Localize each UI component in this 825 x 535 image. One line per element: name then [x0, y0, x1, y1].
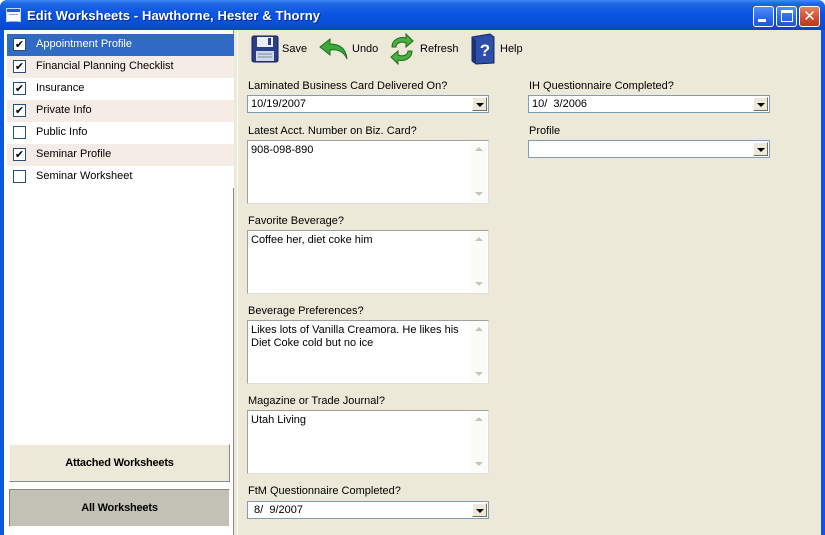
toolbar: Save Undo Refresh ? Help: [238, 30, 822, 68]
scroll-up-icon[interactable]: [471, 232, 487, 248]
save-label: Save: [282, 43, 308, 55]
worksheet-label: Public Info: [36, 126, 88, 138]
svg-text:?: ?: [480, 41, 490, 60]
worksheet-item-appointment-profile[interactable]: ✔ Appointment Profile: [7, 34, 234, 56]
worksheet-item-financial-planning-checklist[interactable]: ✔ Financial Planning Checklist: [7, 56, 234, 78]
worksheet-label: Seminar Profile: [36, 148, 112, 160]
worksheet-item-public-info[interactable]: Public Info: [7, 122, 234, 144]
refresh-button[interactable]: Refresh: [386, 33, 459, 65]
help-button[interactable]: ? Help: [468, 33, 523, 65]
chevron-down-icon[interactable]: [753, 97, 768, 111]
undo-button[interactable]: Undo: [318, 33, 378, 65]
help-book-icon: ?: [471, 33, 495, 65]
scroll-down-icon[interactable]: [471, 366, 487, 382]
all-worksheets-button[interactable]: All Worksheets: [9, 489, 230, 527]
worksheet-item-seminar-profile[interactable]: ✔ Seminar Profile: [7, 144, 234, 166]
worksheet-checkbox[interactable]: ✔: [13, 104, 26, 117]
acct-number-value: 908-098-890: [251, 144, 314, 156]
magazine-label: Magazine or Trade Journal?: [248, 395, 385, 407]
worksheet-form-panel: Save Undo Refresh ? Help Laminated Busin…: [237, 30, 821, 535]
worksheet-checkbox[interactable]: ✔: [13, 82, 26, 95]
worksheet-checkbox[interactable]: ✔: [13, 60, 26, 73]
help-label: Help: [500, 43, 523, 55]
favorite-beverage-value: Coffee her, diet coke him: [251, 234, 373, 246]
acct-number-field[interactable]: 908-098-890: [247, 140, 489, 204]
refresh-arrows-icon: [390, 33, 414, 65]
minimize-button[interactable]: [753, 6, 774, 27]
scroll-up-icon[interactable]: [471, 142, 487, 158]
profile-label: Profile: [529, 125, 561, 137]
maximize-icon: [781, 10, 793, 22]
magazine-scrollbar[interactable]: [471, 412, 487, 472]
chevron-down-icon[interactable]: [753, 142, 768, 156]
app-icon: [6, 8, 21, 22]
beverage-prefs-field[interactable]: Likes lots of Vanilla Creamora. He likes…: [247, 320, 489, 384]
refresh-label: Refresh: [420, 43, 459, 55]
worksheet-label: Appointment Profile: [36, 38, 132, 50]
close-button[interactable]: ✕: [799, 6, 820, 27]
scroll-down-icon[interactable]: [471, 456, 487, 472]
worksheet-label: Private Info: [36, 104, 92, 116]
attached-worksheets-button[interactable]: Attached Worksheets: [9, 444, 230, 482]
close-icon: ✕: [803, 7, 816, 25]
ftm-completed-value: 8/ 9/2007: [251, 504, 303, 516]
save-button[interactable]: Save: [250, 33, 307, 65]
worksheet-item-insurance[interactable]: ✔ Insurance: [7, 78, 234, 100]
worksheet-checkbox[interactable]: ✔: [13, 38, 26, 51]
worksheet-list: ✔ Appointment Profile ✔ Financial Planni…: [7, 34, 234, 188]
window-title: Edit Worksheets - Hawthorne, Hester & Th…: [27, 8, 321, 23]
favorite-beverage-scrollbar[interactable]: [471, 232, 487, 292]
worksheet-checkbox[interactable]: ✔: [13, 148, 26, 161]
acct-number-label: Latest Acct. Number on Biz. Card?: [248, 125, 417, 137]
worksheet-label: Insurance: [36, 82, 85, 94]
beverage-prefs-label: Beverage Preferences?: [248, 305, 364, 317]
favorite-beverage-label: Favorite Beverage?: [248, 215, 344, 227]
chevron-down-icon[interactable]: [472, 97, 487, 111]
chevron-down-icon[interactable]: [472, 503, 487, 517]
worksheet-label: Seminar Worksheet: [36, 170, 133, 182]
ih-completed-label: IH Questionnaire Completed?: [529, 80, 674, 92]
worksheet-checkbox[interactable]: [13, 170, 26, 183]
undo-arrow-icon: [319, 37, 348, 60]
ftm-completed-date-picker[interactable]: 8/ 9/2007: [247, 501, 489, 519]
acct-number-scrollbar[interactable]: [471, 142, 487, 202]
worksheet-item-private-info[interactable]: ✔ Private Info: [7, 100, 234, 122]
ih-completed-date-picker[interactable]: 10/ 3/2006: [528, 95, 770, 113]
scroll-down-icon[interactable]: [471, 276, 487, 292]
scroll-up-icon[interactable]: [471, 322, 487, 338]
card-delivered-label: Laminated Business Card Delivered On?: [248, 80, 448, 92]
worksheet-label: Financial Planning Checklist: [36, 60, 174, 72]
undo-label: Undo: [352, 43, 379, 55]
beverage-prefs-value: Likes lots of Vanilla Creamora. He likes…: [251, 324, 459, 349]
magazine-field[interactable]: Utah Living: [247, 410, 489, 474]
beverage-prefs-scrollbar[interactable]: [471, 322, 487, 382]
ftm-completed-label: FtM Questionnaire Completed?: [248, 485, 401, 497]
application-window: Edit Worksheets - Hawthorne, Hester & Th…: [0, 0, 825, 535]
card-delivered-date-picker[interactable]: 10/19/2007: [247, 95, 489, 113]
minimize-icon: [758, 19, 766, 22]
scroll-up-icon[interactable]: [471, 412, 487, 428]
favorite-beverage-field[interactable]: Coffee her, diet coke him: [247, 230, 489, 294]
worksheet-panel: ✔ Appointment Profile ✔ Financial Planni…: [4, 30, 234, 535]
ih-completed-value: 10/ 3/2006: [532, 98, 588, 110]
maximize-button[interactable]: [776, 6, 797, 27]
worksheet-checkbox[interactable]: [13, 126, 26, 139]
card-delivered-value: 10/19/2007: [251, 98, 307, 110]
worksheet-item-seminar-worksheet[interactable]: Seminar Worksheet: [7, 166, 234, 188]
client-area: ✔ Appointment Profile ✔ Financial Planni…: [4, 30, 821, 535]
profile-select[interactable]: [528, 140, 770, 158]
floppy-disk-icon: [251, 35, 279, 63]
title-bar[interactable]: Edit Worksheets - Hawthorne, Hester & Th…: [0, 0, 825, 30]
magazine-value: Utah Living: [251, 414, 307, 426]
scroll-down-icon[interactable]: [471, 186, 487, 202]
